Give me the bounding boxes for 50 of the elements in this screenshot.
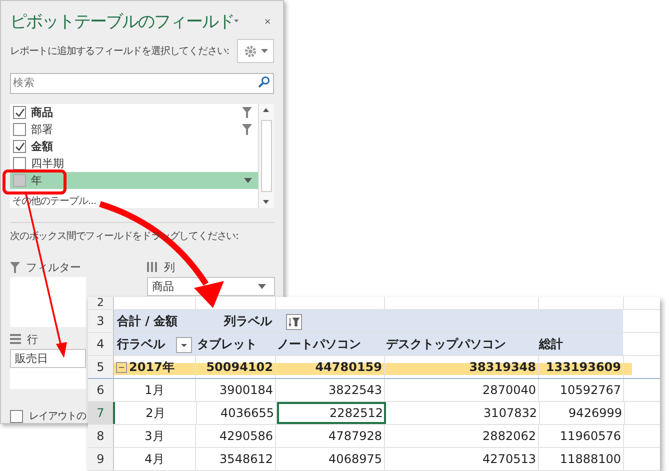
row-number: 3 xyxy=(88,310,114,332)
field-label: 商品 xyxy=(31,105,54,120)
table-cell: 3107832 xyxy=(484,406,537,420)
table-cell: 133193609 xyxy=(546,360,621,374)
table-cell: 3822543 xyxy=(328,383,382,397)
instruction-text: レポートに追加するフィールドを選択してください: xyxy=(10,44,230,58)
row-number: 7 xyxy=(88,402,115,424)
table-cell: 2月 xyxy=(146,404,166,422)
field-label: 部署 xyxy=(31,122,54,137)
row-number: 6 xyxy=(88,379,114,401)
table-cell: 3月 xyxy=(144,428,164,444)
field-label: 金額 xyxy=(31,139,54,154)
table-cell: 4270513 xyxy=(482,452,536,466)
table-cell: 2017年 xyxy=(129,358,174,376)
table-cell: 3900184 xyxy=(220,383,273,397)
checkbox-label: レイアウトの xyxy=(29,410,86,423)
table-cell: 4787928 xyxy=(328,429,382,443)
table-cell: 4290586 xyxy=(220,429,273,443)
table-cell: 9426999 xyxy=(568,406,622,420)
field-label: 四半期 xyxy=(31,156,65,171)
column-header: 総計 xyxy=(539,336,563,352)
area-label: 列 xyxy=(164,260,175,274)
column-header: ノートパソコン xyxy=(277,336,361,352)
field-label: 年 xyxy=(31,173,43,188)
row-number: 2 xyxy=(88,297,114,309)
column-header: タブレット xyxy=(197,336,257,352)
table-cell: 11888100 xyxy=(560,452,621,466)
table-cell: 2282512 xyxy=(330,406,383,420)
row-number: 5 xyxy=(88,356,114,378)
row-number: 8 xyxy=(88,425,114,447)
area-label: 行 xyxy=(27,332,38,346)
row-number: 9 xyxy=(88,448,114,470)
table-cell: 50094102 xyxy=(206,360,273,374)
row-number: 4 xyxy=(88,333,114,355)
table-cell: 1月 xyxy=(144,382,164,398)
table-cell: 4036655 xyxy=(220,406,274,420)
table-cell: 11960576 xyxy=(560,429,621,443)
table-cell: 38319348 xyxy=(469,360,536,374)
table-cell: 4068975 xyxy=(328,452,382,466)
table-cell: 10592767 xyxy=(560,383,621,397)
table-cell: 合計 / 金額 xyxy=(117,312,178,330)
table-cell: 行ラベル xyxy=(117,336,165,352)
table-cell: 4月 xyxy=(144,450,164,468)
table-cell: 3548612 xyxy=(220,452,273,466)
table-cell: 列ラベル xyxy=(224,312,272,330)
table-cell: 44780159 xyxy=(315,360,382,374)
table-cell: 2870040 xyxy=(482,383,536,397)
table-cell: 2882062 xyxy=(482,429,536,443)
panel-title: ピボットテーブルのフィールド xyxy=(10,10,234,32)
column-header: デスクトップパソコン xyxy=(386,336,506,352)
